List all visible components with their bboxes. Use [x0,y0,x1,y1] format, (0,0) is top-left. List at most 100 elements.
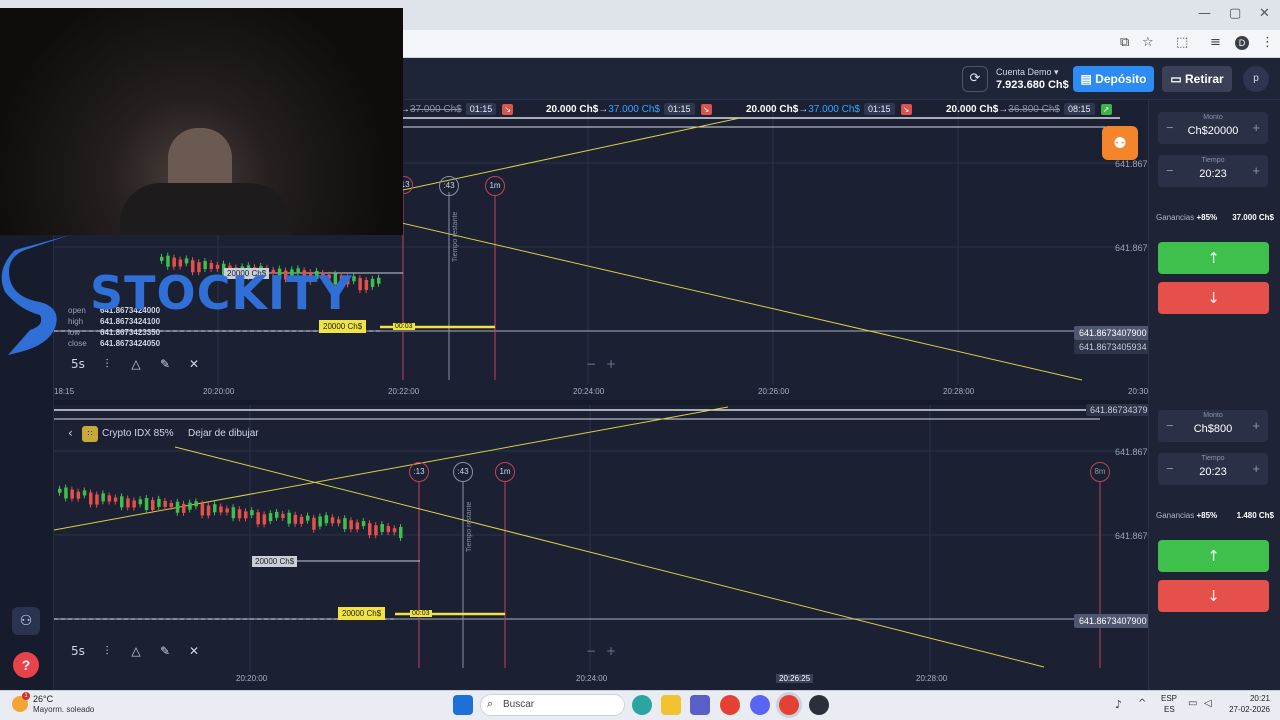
increase-icon[interactable]: + [1252,461,1260,476]
volume-icon[interactable]: ◁ [1204,698,1212,709]
payout-info: Ganancias +85% 1.480 Ch$ [1156,511,1274,520]
candle-body [163,500,167,507]
decrease-icon[interactable]: − [1166,418,1174,433]
expiry-marker: 1m [495,462,515,482]
candle-body [377,277,381,284]
arrow-down-icon: ↘ [900,104,912,115]
weather-temperature[interactable]: 26°C [33,694,53,704]
candle-body [355,522,360,530]
candle-body [120,496,124,508]
amount-field[interactable]: Monto Ch$20000 − + [1158,112,1268,144]
microphone-icon[interactable]: ♪ [1115,698,1122,711]
candle-body [82,490,87,496]
candle-body [337,519,341,524]
sell-down-button[interactable]: ↓ [1158,580,1269,612]
pencil-icon[interactable]: ✎ [153,354,177,374]
teams-icon[interactable] [690,695,710,715]
buy-up-button[interactable]: ↑ [1158,242,1269,274]
candle-body [138,499,143,505]
candle-body [399,526,403,538]
chrome-icon[interactable] [720,695,740,715]
time-field[interactable]: Tiempo 20:23 − + [1158,453,1268,485]
decrease-icon[interactable]: − [1166,120,1174,135]
candle-body [386,526,391,533]
candle-body [374,525,378,536]
ticker-item: →37.000 Ch$ 01:15 ↘ [400,103,514,115]
ohlc-low: low 641.8673423350 [68,328,161,337]
candle-body [182,503,186,513]
recent-trades-ticker: →37.000 Ch$ 01:15 ↘ 20.000 Ch$→37.000 Ch$ 0… [400,103,1140,120]
network-icon[interactable]: ▭ [1188,698,1197,709]
file-explorer-icon[interactable] [661,695,681,715]
zoom-in-icon[interactable]: + [599,354,623,374]
edge-browser-icon[interactable] [632,695,652,715]
interval-button[interactable]: 5s [66,641,90,661]
tray-chevron-icon[interactable]: ^ [1138,698,1146,709]
add-user-button[interactable]: ⚉ [1102,126,1138,160]
time-axis-label: 20:30 [1128,387,1149,396]
ticker-item: 20.000 Ch$→37.000 Ch$ 01:15 ↘ [746,103,912,115]
zoom-in-icon[interactable]: + [599,641,623,661]
clock-date[interactable]: 27-02-2026 [1224,705,1270,714]
candle-body [213,504,217,513]
weather-description[interactable]: Mayorm. soleado [33,705,94,714]
amount-field[interactable]: Monto Ch$800 − + [1158,410,1268,442]
increase-icon[interactable]: + [1252,418,1260,433]
asset-icon: ∷ [82,426,98,442]
candle-body [237,509,242,519]
time-field[interactable]: Tiempo 20:23 − + [1158,155,1268,187]
ohlc-close: close 641.8673424050 [68,339,161,348]
candle-body [194,501,198,507]
decrease-icon[interactable]: − [1166,163,1174,178]
close-icon[interactable]: ✕ [182,354,206,374]
candle-body [306,515,310,521]
candle-body [151,500,155,511]
candle-body [113,497,118,502]
taskbar-search-input[interactable]: Buscar [480,694,625,716]
time-axis-label: 20:28:00 [943,387,975,396]
time-axis-label: 18:15 [54,387,75,396]
active-trade-tag[interactable]: 20000 Ch$ [319,320,367,333]
stop-drawing-button[interactable]: Dejar de dibujar [188,428,259,439]
candle-body [107,495,112,502]
increase-icon[interactable]: + [1252,120,1260,135]
keyboard-layout-indicator[interactable]: ES [1164,705,1175,714]
sell-down-button[interactable]: ↓ [1158,282,1269,314]
candle-body [343,518,347,530]
indicators-icon[interactable]: ⫶ [95,354,119,374]
clock-time[interactable]: 20:21 [1232,694,1270,703]
active-trade-tag[interactable]: 20000 Ch$ [338,607,386,620]
time-axis-label: 20:26:00 [758,387,790,396]
notification-badge: 1 [22,692,30,700]
time-axis-label: 20:24:00 [573,387,605,396]
candle-body [169,503,174,508]
asset-name[interactable]: Crypto IDX 85% [102,428,174,439]
decrease-icon[interactable]: − [1166,461,1174,476]
trade-timer: 00:03 [410,610,432,617]
buy-up-button[interactable]: ↑ [1158,540,1269,572]
candle-body [70,489,74,499]
candle-body [380,524,384,533]
candle-body [157,498,161,507]
back-chevron-icon[interactable]: ‹ [68,426,73,440]
discord-icon[interactable] [750,695,770,715]
price-axis-label: 641.8673 [1115,531,1153,541]
indicators-icon[interactable]: ⫶ [95,641,119,661]
candle-body [392,528,397,533]
pencil-icon[interactable]: ✎ [153,641,177,661]
increase-icon[interactable]: + [1252,163,1260,178]
drawing-tools-icon[interactable]: △ [124,354,148,374]
close-icon[interactable]: ✕ [182,641,206,661]
price-axis-label: 641.8673 [1115,243,1153,253]
expiry-marker: :13 [409,462,429,482]
candle-body [281,513,285,518]
windows-start-icon[interactable] [453,695,473,715]
time-remaining-label: Tiempo restante [466,501,473,552]
arrow-down-icon: ↘ [502,104,514,115]
drawing-tools-icon[interactable]: △ [124,641,148,661]
language-indicator[interactable]: ESP [1161,694,1177,703]
obs-icon[interactable] [809,695,829,715]
candle-body [58,488,62,493]
candle-body [299,516,304,524]
chrome-active-icon[interactable] [779,695,799,715]
